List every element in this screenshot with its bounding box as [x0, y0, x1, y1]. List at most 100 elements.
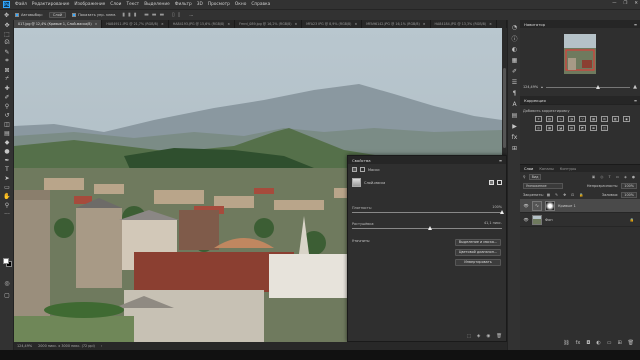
menu-select[interactable]: Выделение: [144, 2, 170, 7]
move-tool-icon[interactable]: ✥: [4, 12, 9, 19]
show-controls-checkbox[interactable]: Показать упр. элем.: [72, 13, 116, 17]
feather-knob[interactable]: [428, 226, 432, 230]
close-tab-icon[interactable]: ×: [227, 22, 230, 26]
status-arrow-icon[interactable]: ›: [101, 344, 102, 348]
filter-icons[interactable]: ▣ ◎ T ▭ ◈ ●: [592, 175, 637, 179]
layer-row-curves[interactable]: 👁 ∿ Кривые 1: [520, 199, 640, 213]
vibrance-icon[interactable]: ▽: [579, 116, 586, 122]
fill-input[interactable]: 100%: [621, 191, 637, 198]
zoom-tool-icon[interactable]: ⚲: [3, 201, 11, 209]
menu-window[interactable]: Окно: [235, 2, 246, 7]
opacity-input[interactable]: 100%: [621, 182, 637, 189]
black-white-icon[interactable]: ◧: [612, 116, 619, 122]
menu-3d[interactable]: 3D: [197, 2, 203, 7]
panel-menu-icon[interactable]: ≡: [499, 158, 502, 163]
feather-track[interactable]: [352, 228, 502, 229]
zoom-out-icon[interactable]: ▴: [541, 85, 543, 89]
tab-paths[interactable]: Контуры: [560, 167, 576, 171]
posterize-icon[interactable]: ▤: [568, 125, 575, 131]
density-track[interactable]: [352, 212, 502, 213]
color-icon[interactable]: ◐: [511, 46, 518, 53]
invert-button[interactable]: Инвертировать: [455, 259, 501, 266]
select-pixel-mask-icon[interactable]: [489, 180, 494, 185]
paragraph-icon[interactable]: ¶: [511, 90, 518, 97]
maximize-icon[interactable]: ❐: [624, 1, 628, 6]
density-knob[interactable]: [500, 210, 504, 214]
menu-image[interactable]: Изображение: [74, 2, 105, 7]
close-tab-icon[interactable]: ×: [161, 22, 164, 26]
new-group-icon[interactable]: ▭: [607, 340, 612, 348]
navigator-thumbnail[interactable]: [564, 34, 596, 74]
document-tab[interactable]: HA84184.JPG @ 13,3% (RGB/8) ×: [431, 20, 497, 28]
blur-tool-icon[interactable]: ◆: [3, 138, 11, 146]
photo-filter-icon[interactable]: ◉: [623, 116, 630, 122]
eyedropper-tool-icon[interactable]: ⌿: [3, 75, 11, 83]
zoom-level[interactable]: 124,49%: [17, 344, 32, 348]
menu-filter[interactable]: Фильтр: [175, 2, 192, 7]
marquee-tool-icon[interactable]: ⬚: [3, 30, 11, 38]
align-icons[interactable]: ▮▮▮ ▬▬▬ ▯▯: [122, 12, 183, 18]
autoselect-checkbox[interactable]: Автовыбор:: [15, 13, 43, 17]
link-layers-icon[interactable]: ⛓: [563, 340, 569, 348]
blend-mode-dropdown[interactable]: Умножение: [523, 182, 563, 189]
document-tab[interactable]: HA84911.IPG @ 21,7% (RGB/8) ×: [102, 20, 169, 28]
document-tab[interactable]: HA84193.JPG @ 15,6% (RGB/8) ×: [169, 20, 236, 28]
lock-icons[interactable]: ▦ ✎ ✥ ⊡ 🔒: [547, 193, 586, 197]
feather-slider[interactable]: Растушёвка: 41,1 пикс.: [352, 221, 502, 230]
vector-mask-icon[interactable]: [360, 167, 365, 172]
density-slider[interactable]: Плотность: 100%: [352, 205, 504, 214]
menu-edit[interactable]: Редактирование: [32, 2, 70, 7]
pen-tool-icon[interactable]: ✒: [3, 156, 11, 164]
pixel-mask-icon[interactable]: [352, 167, 357, 172]
document-tab[interactable]: Fmrd_089.jpg @ 16,2% (RGB/8) ×: [235, 20, 303, 28]
libraries-icon[interactable]: ▤: [511, 112, 518, 119]
color-range-button[interactable]: Цветовой диапазон...: [455, 249, 501, 256]
layer-row-background[interactable]: 👁 Фон 🔒: [520, 213, 640, 227]
selective-color-icon[interactable]: ◫: [601, 125, 608, 131]
brush-settings-icon[interactable]: ✐: [511, 68, 518, 75]
visibility-eye-icon[interactable]: 👁: [523, 217, 529, 222]
more-tools-icon[interactable]: ···: [3, 210, 11, 218]
delete-mask-icon[interactable]: 🗑: [496, 334, 502, 339]
menu-layers[interactable]: Слои: [110, 2, 121, 7]
new-layer-icon[interactable]: ⊞: [617, 340, 621, 348]
menu-type[interactable]: Текст: [126, 2, 139, 7]
close-tab-icon[interactable]: ×: [295, 22, 298, 26]
close-window-icon[interactable]: ✕: [634, 1, 638, 6]
scrollbar-thumb[interactable]: [503, 68, 506, 148]
path-select-icon[interactable]: ➤: [3, 174, 11, 182]
close-tab-icon[interactable]: ×: [423, 22, 426, 26]
close-tab-icon[interactable]: ×: [489, 22, 492, 26]
feather-value[interactable]: 41,1 пикс.: [484, 221, 502, 225]
frame-tool-icon[interactable]: ⊠: [3, 66, 11, 74]
more-options-icon[interactable]: ···: [189, 13, 193, 18]
gradient-tool-icon[interactable]: ▤: [3, 129, 11, 137]
zoom-in-icon[interactable]: ▲: [633, 84, 637, 90]
panel-menu-icon[interactable]: ≡: [634, 98, 637, 103]
threshold-icon[interactable]: ◩: [579, 125, 586, 131]
navigator-zoom-value[interactable]: 124,49%: [523, 85, 538, 89]
invert-adj-icon[interactable]: ◪: [557, 125, 564, 131]
brightness-contrast-icon[interactable]: ☀: [535, 116, 542, 122]
layer-kind-filter[interactable]: Вид: [528, 173, 542, 180]
channel-mixer-icon[interactable]: ◎: [535, 125, 542, 131]
styles-icon[interactable]: fx: [511, 134, 518, 141]
new-adjustment-icon[interactable]: ◐: [596, 340, 600, 348]
tab-channels[interactable]: Каналы: [539, 167, 553, 171]
shape-tool-icon[interactable]: ▭: [3, 183, 11, 191]
document-tab[interactable]: MFA23 IPG @ 8,9% (RGB/8) ×: [302, 20, 363, 28]
document-tab[interactable]: 017.jpg @ 12,4% (Кривые 1, Слой-маска/8)…: [14, 20, 103, 28]
density-value[interactable]: 100%: [492, 205, 502, 209]
visibility-eye-icon[interactable]: 👁: [523, 203, 529, 208]
color-lookup-icon[interactable]: ▦: [546, 125, 553, 131]
character-icon[interactable]: A: [511, 101, 518, 108]
select-and-mask-button[interactable]: Выделение и маска...: [455, 239, 501, 246]
exposure-icon[interactable]: ◑: [568, 116, 575, 122]
gradient-map-icon[interactable]: ▬: [590, 125, 597, 131]
color-balance-icon[interactable]: ⚖: [601, 116, 608, 122]
levels-icon[interactable]: ▥: [546, 116, 553, 122]
type-tool-icon[interactable]: T: [3, 165, 11, 173]
screen-mode-icon[interactable]: ▢: [3, 291, 11, 299]
panel-menu-icon[interactable]: ≡: [634, 22, 637, 27]
lasso-tool-icon[interactable]: ᘏ: [3, 39, 11, 47]
